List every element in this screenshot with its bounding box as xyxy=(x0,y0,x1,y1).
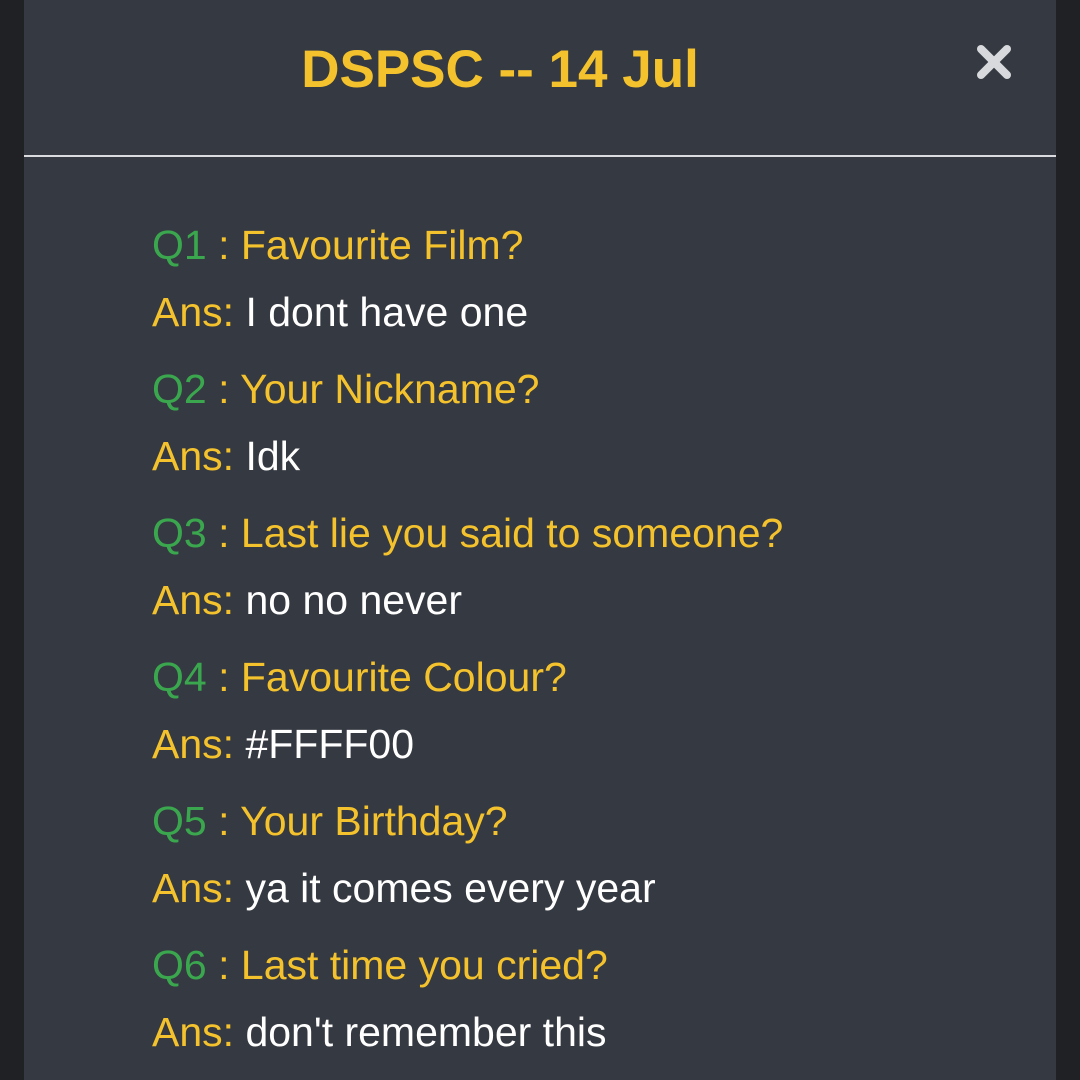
answer-text: Idk xyxy=(245,433,301,479)
answer-line: Ans: no no never xyxy=(152,572,1032,642)
qa-item: Q2 : Your Nickname? Ans: Idk xyxy=(152,358,1032,498)
question-separator: : xyxy=(206,654,241,700)
question-separator: : xyxy=(206,222,241,268)
question-line: Q1 : Favourite Film? xyxy=(152,214,1032,284)
question-line: Q2 : Your Nickname? xyxy=(152,358,1032,428)
qa-list: Q1 : Favourite Film? Ans: I dont have on… xyxy=(152,214,1032,1078)
answer-text: don't remember this xyxy=(245,1009,607,1055)
answer-text: I dont have one xyxy=(245,289,529,335)
question-separator: : xyxy=(206,366,241,412)
answer-label: Ans: xyxy=(152,577,235,623)
answer-label: Ans: xyxy=(152,1009,235,1055)
qa-item: Q6 : Last time you cried? Ans: don't rem… xyxy=(152,934,1032,1074)
question-number: Q1 xyxy=(152,222,207,268)
answer-line: Ans: don't remember this xyxy=(152,1004,1032,1074)
question-number: Q3 xyxy=(152,510,207,556)
question-number: Q4 xyxy=(152,654,207,700)
question-text: Last lie you said to someone? xyxy=(240,510,784,556)
question-line: Q4 : Favourite Colour? xyxy=(152,646,1032,716)
answer-label: Ans: xyxy=(152,289,235,335)
question-separator: : xyxy=(206,510,241,556)
question-text: Last time you cried? xyxy=(240,942,608,988)
question-line: Q3 : Last lie you said to someone? xyxy=(152,502,1032,572)
question-text: Favourite Colour? xyxy=(240,654,567,700)
answer-label: Ans: xyxy=(152,865,235,911)
answer-line: Ans: Idk xyxy=(152,428,1032,498)
question-number: Q6 xyxy=(152,942,207,988)
question-text: Favourite Film? xyxy=(240,222,524,268)
answer-label: Ans: xyxy=(152,433,235,479)
answer-line: Ans: I dont have one xyxy=(152,284,1032,354)
question-number: Q5 xyxy=(152,798,207,844)
close-icon[interactable] xyxy=(974,42,1014,82)
question-text: Your Birthday? xyxy=(240,798,508,844)
question-text: Your Nickname? xyxy=(240,366,540,412)
modal-title: DSPSC -- 14 Jul xyxy=(301,40,699,99)
question-number: Q2 xyxy=(152,366,207,412)
answer-text: ya it comes every year xyxy=(245,865,656,911)
question-separator: : xyxy=(206,798,241,844)
question-separator: : xyxy=(206,942,241,988)
qa-item: Q3 : Last lie you said to someone? Ans: … xyxy=(152,502,1032,642)
answer-line: Ans: ya it comes every year xyxy=(152,860,1032,930)
qa-item: Q1 : Favourite Film? Ans: I dont have on… xyxy=(152,214,1032,354)
answer-line: Ans: #FFFF00 xyxy=(152,716,1032,786)
answer-text: #FFFF00 xyxy=(245,721,415,767)
qa-item: Q5 : Your Birthday? Ans: ya it comes eve… xyxy=(152,790,1032,930)
modal-header: DSPSC -- 14 Jul xyxy=(24,0,1056,156)
header-divider xyxy=(24,155,1056,157)
qa-modal: DSPSC -- 14 Jul Q1 : Favourite Film? Ans… xyxy=(24,0,1056,1080)
question-line: Q6 : Last time you cried? xyxy=(152,934,1032,1004)
answer-label: Ans: xyxy=(152,721,235,767)
answer-text: no no never xyxy=(245,577,463,623)
question-line: Q5 : Your Birthday? xyxy=(152,790,1032,860)
qa-item: Q4 : Favourite Colour? Ans: #FFFF00 xyxy=(152,646,1032,786)
